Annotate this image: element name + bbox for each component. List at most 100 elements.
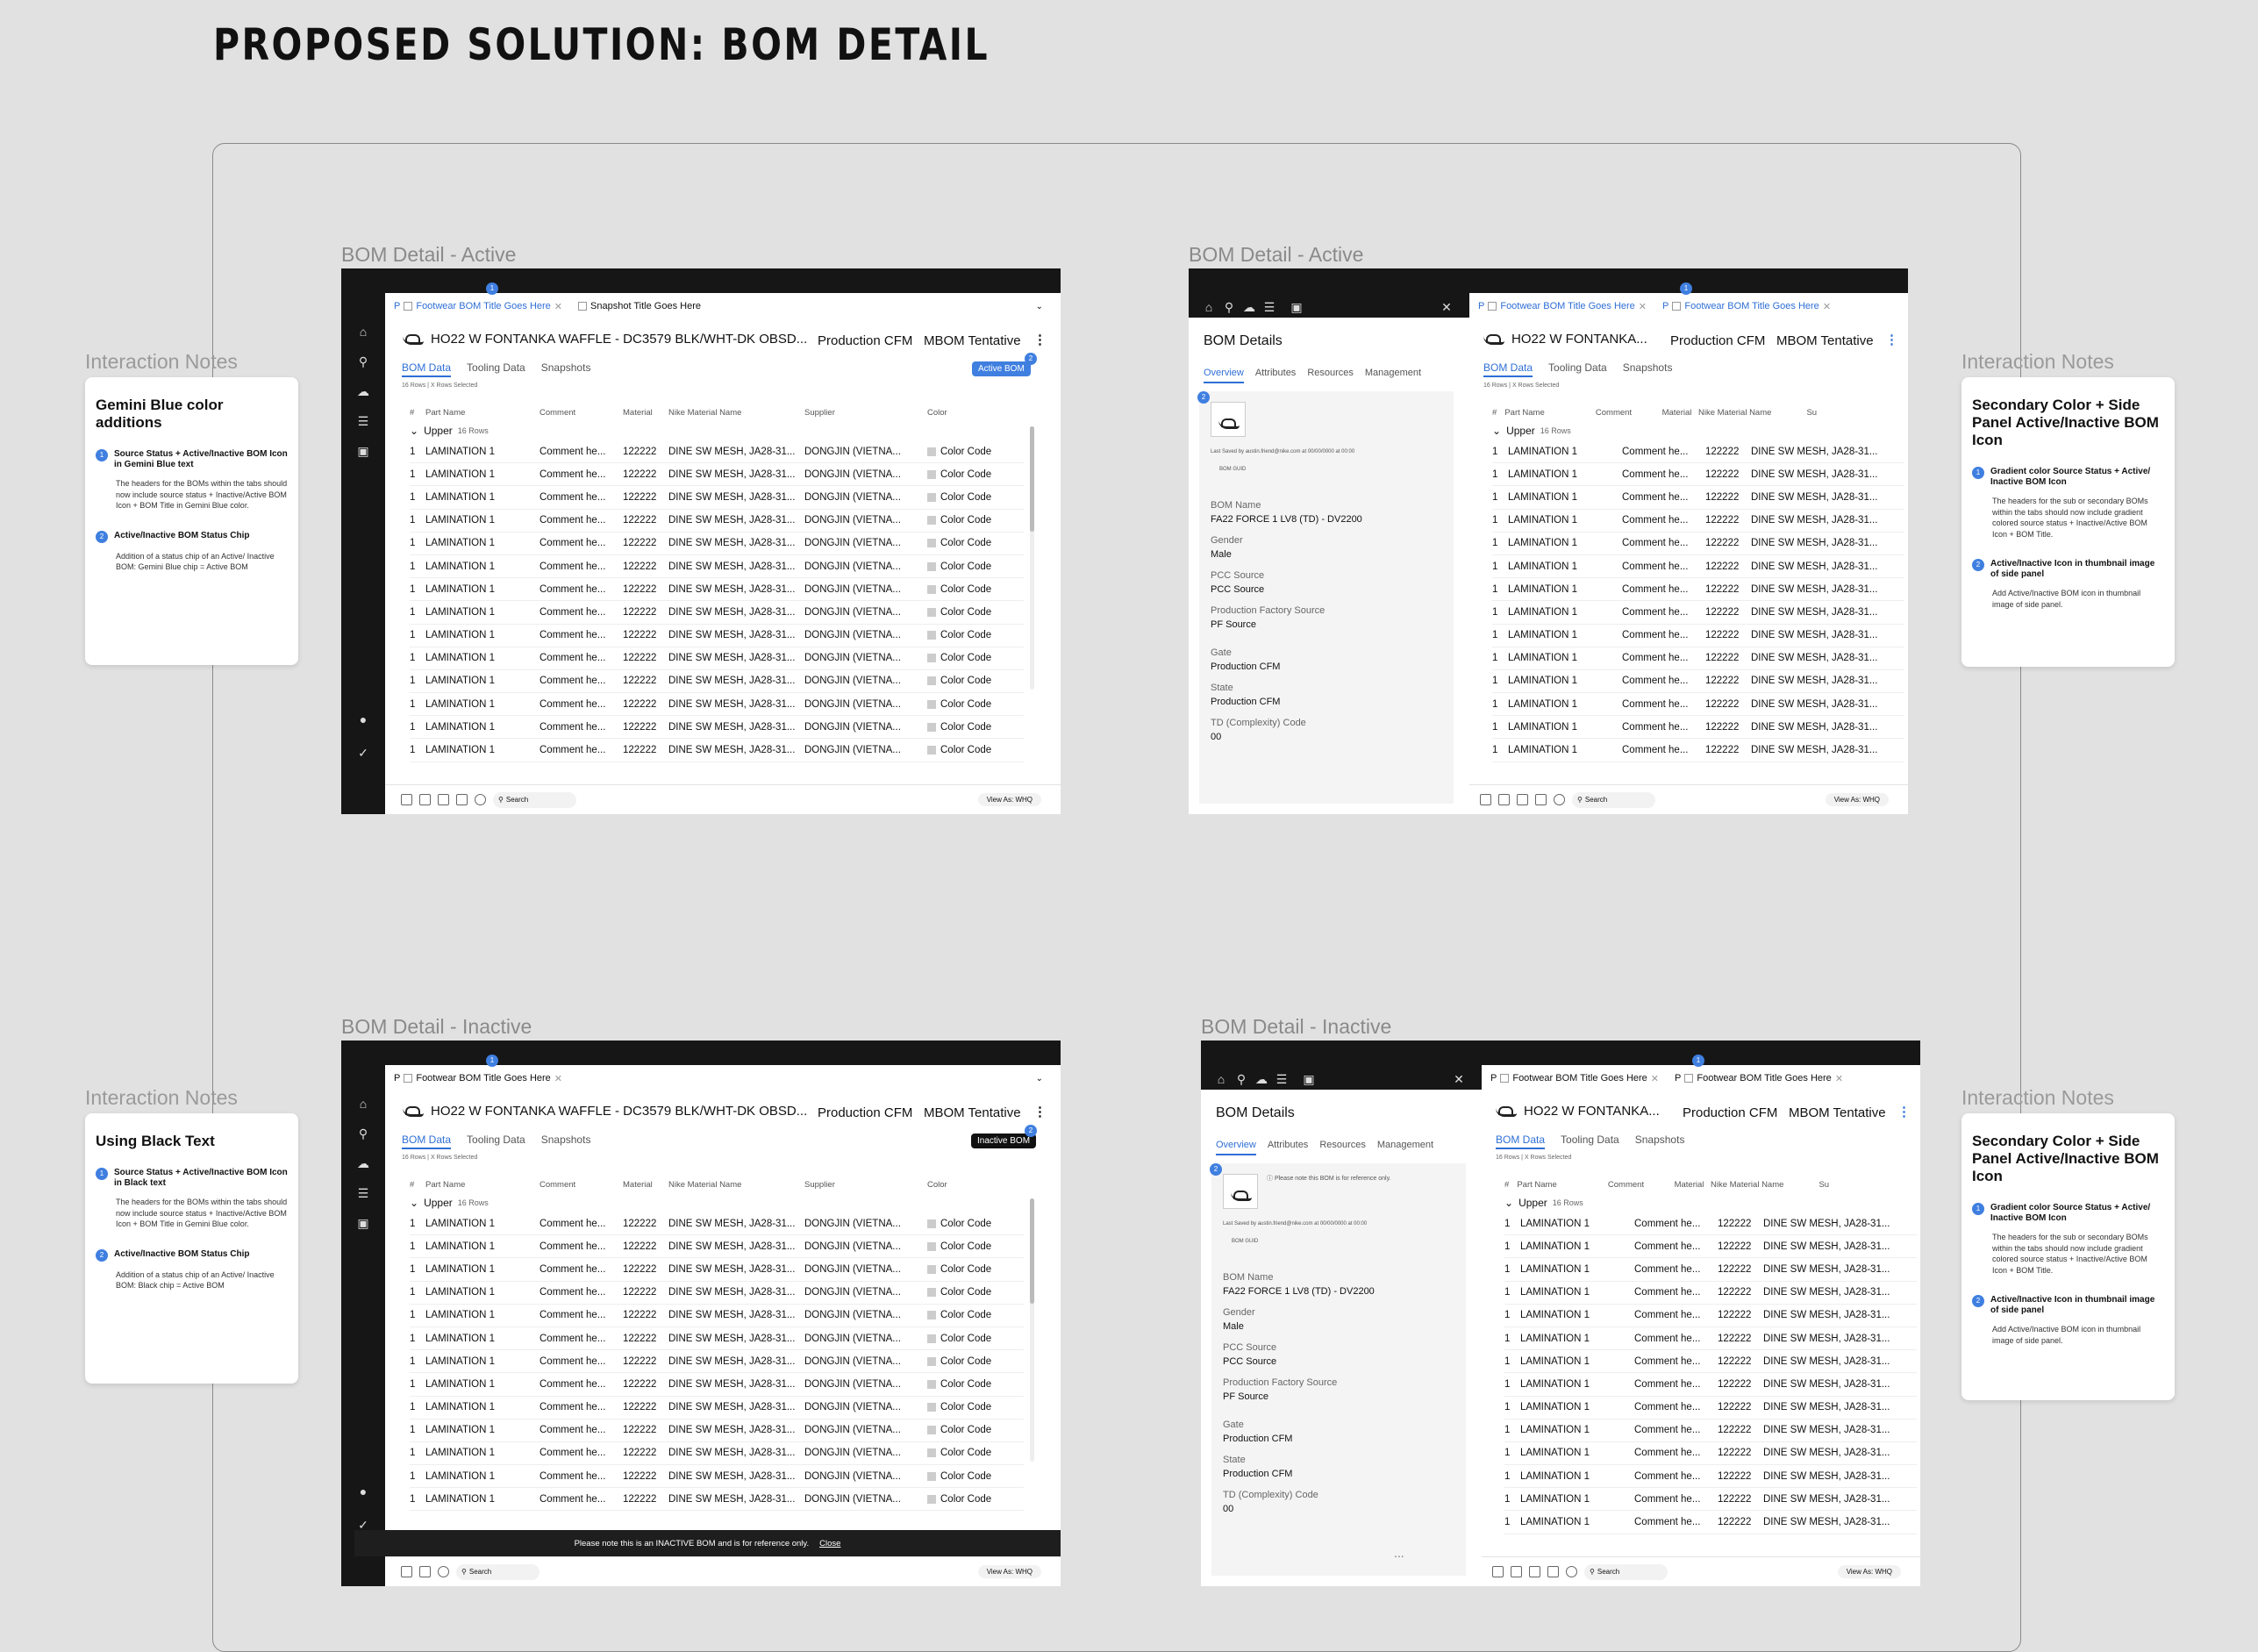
table-row[interactable]: 1 LAMINATION 1 Comment he... 122222 DINE SW …: [410, 1373, 1024, 1397]
table-row[interactable]: 1 LAMINATION 1 Comment he... 122222 DINE SW …: [410, 1305, 1024, 1327]
panel-tab-attributes[interactable]: Attributes: [1268, 1140, 1308, 1155]
table-row[interactable]: 1 LAMINATION 1 Comment he... 122222 DINE SW …: [1504, 1442, 1917, 1466]
edit-icon[interactable]: [1480, 794, 1491, 805]
more-vertical-icon[interactable]: ⋮: [1033, 1104, 1047, 1119]
table-row[interactable]: 1 LAMINATION 1 Comment he... 122222 DINE SW …: [1492, 625, 1904, 647]
subtab-snapshots[interactable]: Snapshots: [541, 1134, 591, 1149]
column-header[interactable]: Supplier: [804, 408, 927, 418]
panel-tab-resources[interactable]: Resources: [1319, 1140, 1366, 1155]
table-row[interactable]: 1 LAMINATION 1 Comment he... 122222 DINE SW …: [410, 463, 1024, 487]
group-row[interactable]: ⌄ Upper 16 Rows: [410, 421, 1024, 440]
user-avatar-icon[interactable]: ●: [356, 1484, 370, 1498]
table-row[interactable]: 1 LAMINATION 1 Comment he... 122222 DINE SW …: [1504, 1373, 1917, 1397]
tab-footwear-bom[interactable]: P Footwear BOM Title Goes Here ✕: [390, 1069, 566, 1088]
table-row[interactable]: 1 LAMINATION 1 Comment he... 122222 DINE SW …: [1492, 463, 1904, 487]
layers-icon[interactable]: [1517, 794, 1528, 805]
table-row[interactable]: 1 LAMINATION 1 Comment he... 122222 DINE SW …: [1492, 647, 1904, 670]
subtab-snapshots[interactable]: Snapshots: [1635, 1134, 1685, 1149]
column-header[interactable]: Material: [623, 1180, 668, 1190]
tab-footwear-bom[interactable]: P Footwear BOM Title Goes Here ✕: [1475, 297, 1650, 316]
subtab-bom-data[interactable]: BOM Data: [402, 361, 452, 377]
table-row[interactable]: 1 LAMINATION 1 Comment he... 122222 DINE SW …: [410, 1488, 1024, 1512]
column-header[interactable]: Comment: [539, 408, 623, 418]
column-header[interactable]: Su: [1819, 1180, 1917, 1190]
search-icon[interactable]: ⚲: [356, 1126, 370, 1141]
table-row[interactable]: 1 LAMINATION 1 Comment he... 122222 DINE SW …: [1492, 555, 1904, 579]
search-input[interactable]: ⚲ Search: [493, 791, 576, 808]
edit-icon[interactable]: [1492, 1566, 1504, 1577]
scrollbar[interactable]: [1030, 1198, 1034, 1462]
bom-guid-link[interactable]: BOM GUID: [1232, 1239, 1258, 1244]
table-row[interactable]: 1 LAMINATION 1 Comment he... 122222 DINE SW …: [1504, 1258, 1917, 1282]
table-row[interactable]: 1 LAMINATION 1 Comment he... 122222 DINE SW …: [410, 1212, 1024, 1236]
copy-icon[interactable]: [419, 794, 431, 805]
table-row[interactable]: 1 LAMINATION 1 Comment he... 122222 DINE SW …: [1492, 510, 1904, 533]
column-header[interactable]: #: [410, 408, 425, 418]
column-header[interactable]: Part Name: [425, 408, 539, 418]
view-as-dropdown[interactable]: View As: WHQ: [1825, 793, 1889, 806]
table-row[interactable]: 1 LAMINATION 1 Comment he... 122222 DINE SW …: [1504, 1305, 1917, 1327]
banner-close-link[interactable]: Close: [819, 1539, 840, 1548]
duplicate-icon[interactable]: [1535, 794, 1547, 805]
subtab-bom-data[interactable]: BOM Data: [1496, 1134, 1546, 1149]
panel-tab-resources[interactable]: Resources: [1307, 368, 1354, 383]
column-header[interactable]: Part Name: [1517, 1180, 1608, 1190]
column-header[interactable]: Comment: [1596, 408, 1662, 418]
table-row[interactable]: 1 LAMINATION 1 Comment he... 122222 DINE SW …: [410, 693, 1024, 717]
history-icon[interactable]: [1566, 1566, 1577, 1577]
more-vertical-icon[interactable]: ⋮: [1885, 332, 1898, 347]
panel-tab-overview[interactable]: Overview: [1204, 368, 1244, 383]
column-header[interactable]: Supplier: [804, 1180, 927, 1190]
profile-card-icon[interactable]: ▣: [356, 1216, 370, 1230]
column-header[interactable]: Part Name: [1504, 408, 1596, 418]
table-row[interactable]: 1 LAMINATION 1 Comment he... 122222 DINE SW …: [410, 1282, 1024, 1305]
table-row[interactable]: 1 LAMINATION 1 Comment he... 122222 DINE SW …: [410, 1350, 1024, 1374]
subtab-tooling-data[interactable]: Tooling Data: [467, 361, 525, 377]
table-row[interactable]: 1 LAMINATION 1 Comment he... 122222 DINE SW …: [410, 1397, 1024, 1420]
home-icon[interactable]: ⌂: [1202, 300, 1216, 314]
upload-cloud-icon[interactable]: ☁: [1254, 1072, 1268, 1086]
column-header[interactable]: Material: [623, 408, 668, 418]
user-avatar-icon[interactable]: ●: [356, 712, 370, 726]
close-icon[interactable]: ✕: [1639, 301, 1647, 312]
profile-card-icon[interactable]: ▣: [1290, 300, 1304, 314]
table-row[interactable]: 1 LAMINATION 1 Comment he... 122222 DINE SW …: [410, 578, 1024, 602]
close-icon[interactable]: ✕: [554, 1073, 562, 1084]
scrollbar[interactable]: [1030, 426, 1034, 690]
table-row[interactable]: 1 LAMINATION 1 Comment he... 122222 DINE SW …: [410, 1327, 1024, 1351]
tab-footwear-bom[interactable]: P Footwear BOM Title Goes Here ✕: [390, 297, 566, 316]
table-row[interactable]: 1 LAMINATION 1 Comment he... 122222 DINE SW …: [1504, 1327, 1917, 1351]
table-row[interactable]: 1 LAMINATION 1 Comment he... 122222 DINE SW …: [1492, 739, 1904, 762]
history-icon[interactable]: [438, 1566, 449, 1577]
list-icon[interactable]: ☰: [356, 1186, 370, 1200]
table-row[interactable]: 1 LAMINATION 1 Comment he... 122222 DINE SW …: [1504, 1212, 1917, 1236]
subtab-tooling-data[interactable]: Tooling Data: [467, 1134, 525, 1149]
table-row[interactable]: 1 LAMINATION 1 Comment he... 122222 DINE SW …: [1492, 440, 1904, 464]
profile-card-icon[interactable]: ▣: [1302, 1072, 1316, 1086]
tab-footwear-bom-secondary[interactable]: P Footwear BOM Title Goes Here ✕: [1671, 1069, 1847, 1088]
table-row[interactable]: 1 LAMINATION 1 Comment he... 122222 DINE SW …: [1504, 1511, 1917, 1534]
home-icon[interactable]: ⌂: [356, 1097, 370, 1111]
column-header[interactable]: Nike Material Name: [668, 1180, 804, 1190]
tab-footwear-bom[interactable]: P Footwear BOM Title Goes Here ✕: [1487, 1069, 1662, 1088]
upload-cloud-icon[interactable]: ☁: [1242, 300, 1256, 314]
subtab-tooling-data[interactable]: Tooling Data: [1548, 361, 1607, 377]
table-row[interactable]: 1 LAMINATION 1 Comment he... 122222 DINE SW …: [410, 555, 1024, 579]
more-vertical-icon[interactable]: ⋮: [1897, 1104, 1911, 1119]
layers-icon[interactable]: [438, 794, 449, 805]
list-icon[interactable]: ☰: [1262, 300, 1276, 314]
table-row[interactable]: 1 LAMINATION 1 Comment he... 122222 DINE SW …: [1504, 1397, 1917, 1420]
copy-icon[interactable]: [1511, 1566, 1522, 1577]
table-row[interactable]: 1 LAMINATION 1 Comment he... 122222 DINE SW …: [1504, 1350, 1917, 1374]
table-row[interactable]: 1 LAMINATION 1 Comment he... 122222 DINE SW …: [410, 625, 1024, 647]
table-row[interactable]: 1 LAMINATION 1 Comment he... 122222 DINE SW …: [410, 647, 1024, 670]
column-header[interactable]: Nike Material Name: [1698, 408, 1806, 418]
search-input[interactable]: ⚲ Search: [1572, 791, 1655, 808]
table-row[interactable]: 1 LAMINATION 1 Comment he... 122222 DINE SW …: [410, 739, 1024, 762]
close-icon[interactable]: ✕: [1452, 1072, 1466, 1086]
table-row[interactable]: 1 LAMINATION 1 Comment he... 122222 DINE SW …: [410, 510, 1024, 533]
subtab-bom-data[interactable]: BOM Data: [1483, 361, 1533, 377]
table-row[interactable]: 1 LAMINATION 1 Comment he... 122222 DINE SW …: [1492, 601, 1904, 625]
table-row[interactable]: 1 LAMINATION 1 Comment he... 122222 DINE SW …: [410, 716, 1024, 740]
subtab-snapshots[interactable]: Snapshots: [1623, 361, 1673, 377]
